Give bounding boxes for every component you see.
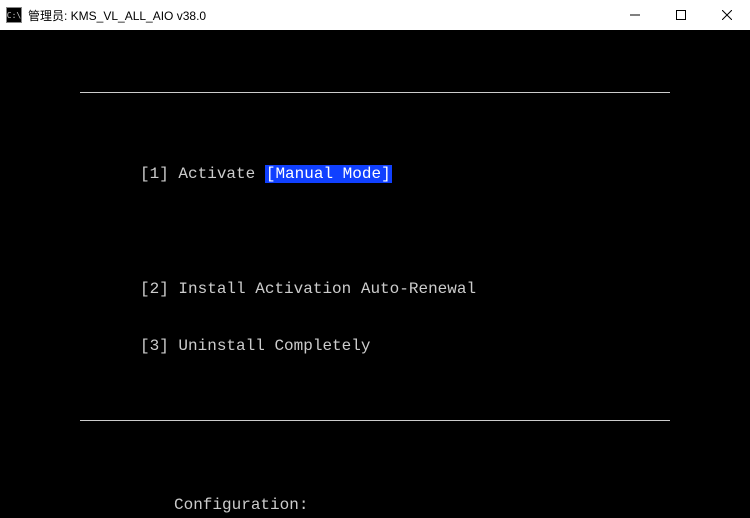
divider — [80, 92, 670, 93]
menu-key: [2] — [140, 280, 169, 298]
window-controls — [612, 0, 750, 30]
spacer — [0, 222, 750, 241]
menu-key: [3] — [140, 337, 169, 355]
titlebar: C:\ 管理员: KMS_VL_ALL_AIO v38.0 — [0, 0, 750, 30]
cmd-icon: C:\ — [6, 7, 22, 23]
menu-key: [1] — [140, 165, 169, 183]
menu-label: Install Activation Auto-Renewal — [178, 280, 476, 298]
menu-item-activate: [1] Activate [Manual Mode] — [0, 165, 750, 184]
close-button[interactable] — [704, 0, 750, 30]
app-window: C:\ 管理员: KMS_VL_ALL_AIO v38.0 [1] Activa… — [0, 0, 750, 518]
heading-text: Configuration: — [174, 496, 308, 514]
section-heading-config: Configuration: — [0, 496, 750, 515]
menu-label: Activate — [178, 165, 264, 183]
console-area[interactable]: [1] Activate [Manual Mode] [2] Install A… — [0, 30, 750, 518]
minimize-button[interactable] — [612, 0, 658, 30]
menu-label: Uninstall Completely — [178, 337, 370, 355]
highlight-mode: [Manual Mode] — [265, 165, 392, 183]
maximize-button[interactable] — [658, 0, 704, 30]
menu-item-install: [2] Install Activation Auto-Renewal — [0, 280, 750, 299]
menu-item-uninstall: [3] Uninstall Completely — [0, 337, 750, 356]
window-title: 管理员: KMS_VL_ALL_AIO v38.0 — [28, 7, 612, 24]
divider — [80, 420, 670, 421]
